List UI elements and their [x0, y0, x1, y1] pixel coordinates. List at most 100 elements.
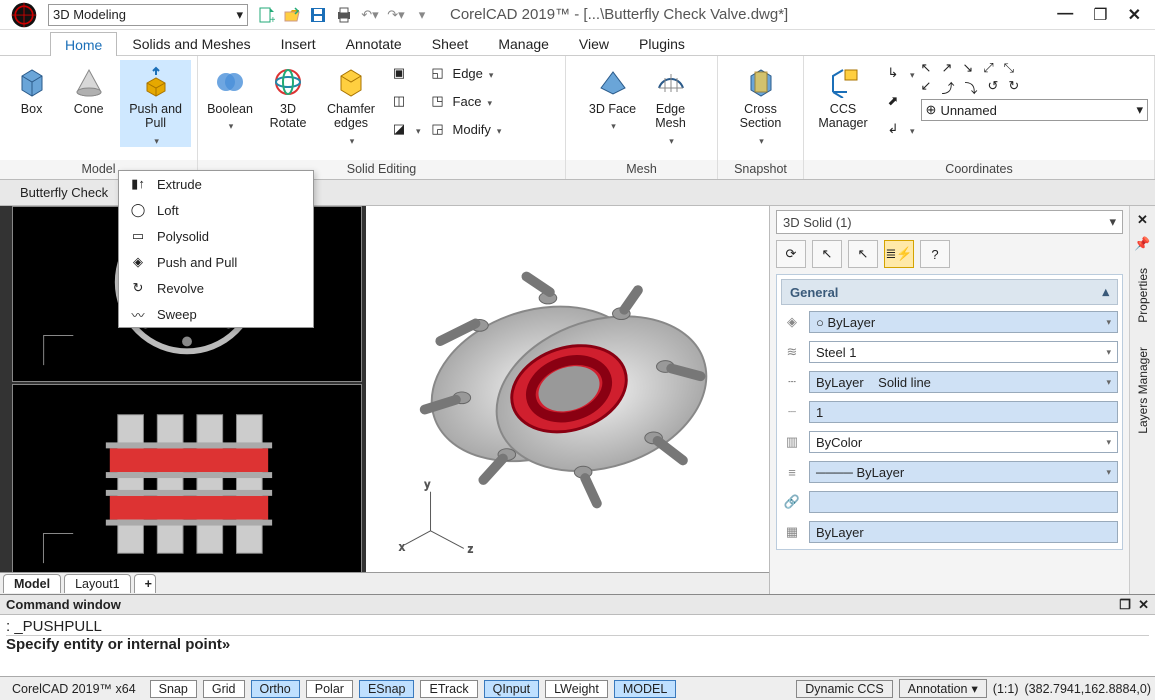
edgemesh-button[interactable]: Edge Mesh [645, 60, 697, 147]
tab-solids-meshes[interactable]: Solids and Meshes [117, 31, 265, 55]
row-face[interactable]: ◳Face [427, 88, 502, 114]
status-lweight[interactable]: LWeight [545, 680, 608, 698]
command-prompt[interactable]: Specify entity or internal point» [6, 636, 1149, 653]
axis-icon[interactable]: ↻ [1008, 78, 1019, 97]
menu-revolve[interactable]: ↻Revolve [119, 275, 313, 301]
coord-r1[interactable]: ↳ [882, 60, 915, 86]
open-icon[interactable] [282, 5, 302, 25]
filter-button[interactable]: ≣⚡ [884, 240, 914, 268]
prop-plotstyle-value[interactable]: ByColor▾ [809, 431, 1118, 453]
viewport-front[interactable] [12, 384, 362, 580]
axis-icon[interactable]: ⤢ [983, 60, 993, 76]
tab-plugins[interactable]: Plugins [624, 31, 700, 55]
axis-icon[interactable]: ↗ [941, 60, 952, 76]
new-icon[interactable]: + [256, 5, 276, 25]
axis-icon[interactable]: ↘ [962, 60, 973, 76]
ccs-manager-button[interactable]: CCS Manager [810, 60, 876, 131]
status-polar[interactable]: Polar [306, 680, 353, 698]
chamfer-button[interactable]: Chamfer edges [320, 60, 382, 147]
tab-sheet[interactable]: Sheet [417, 31, 484, 55]
status-scale[interactable]: (1:1) [993, 682, 1019, 696]
separate-icon: ◫ [388, 90, 410, 112]
status-esnap[interactable]: ESnap [359, 680, 415, 698]
close-panel-icon[interactable]: ✕ [1137, 212, 1148, 228]
select-button[interactable]: ↖ [812, 240, 842, 268]
row-shell[interactable]: ◪ [388, 116, 421, 142]
push-pull-button[interactable]: Push and Pull [120, 60, 191, 147]
cone-button[interactable]: Cone [63, 60, 114, 116]
coord-r2[interactable]: ⬈ [882, 88, 915, 114]
ccs-name-dropdown[interactable]: ⊕ Unnamed ▾ [921, 99, 1148, 121]
selection-dropdown[interactable]: 3D Solid (1) ▾ [776, 210, 1123, 234]
status-grid[interactable]: Grid [203, 680, 245, 698]
tab-view[interactable]: View [564, 31, 624, 55]
row-imprint[interactable]: ▣ [388, 60, 421, 86]
tab-annotate[interactable]: Annotate [331, 31, 417, 55]
tab-properties[interactable]: Properties [1133, 260, 1153, 331]
status-snap[interactable]: Snap [150, 680, 197, 698]
prop-hyperlink-value[interactable] [809, 491, 1118, 513]
tab-layers-manager[interactable]: Layers Manager [1133, 339, 1153, 442]
coord-r3[interactable]: ↲ [882, 116, 915, 142]
undo-icon[interactable]: ↶▾ [360, 5, 380, 25]
prop-layer-value[interactable]: Steel 1▾ [809, 341, 1118, 363]
prop-color-value[interactable]: ○ ByLayer▾ [809, 311, 1118, 333]
box-button[interactable]: Box [6, 60, 57, 116]
axis-icon[interactable]: ↖ [921, 60, 932, 76]
toggle-pickadd-button[interactable]: ⟳ [776, 240, 806, 268]
rotate3d-button[interactable]: 3D Rotate [262, 60, 314, 131]
axis-icon[interactable]: ↺ [987, 78, 998, 97]
menu-sweep[interactable]: 〰Sweep [119, 301, 313, 327]
quickselect-button[interactable]: ↖ [848, 240, 878, 268]
document-tab[interactable]: Butterfly Check [20, 185, 108, 200]
save-icon[interactable] [308, 5, 328, 25]
space-tab-bar: Model Layout1 + [0, 572, 769, 594]
prop-linescale-value[interactable]: 1 [809, 401, 1118, 423]
prop-lineweight-value[interactable]: ──── ByLayer▾ [809, 461, 1118, 483]
qat-more-icon[interactable]: ▾ [412, 5, 432, 25]
workspace-dropdown[interactable]: 3D Modeling ▾ [48, 4, 248, 26]
axis-icon[interactable]: ⤡ [1004, 60, 1014, 76]
menu-pushpull[interactable]: ◈Push and Pull [119, 249, 313, 275]
panel-title-mesh: Mesh [566, 160, 717, 179]
redo-icon[interactable]: ↷▾ [386, 5, 406, 25]
row-separate[interactable]: ◫ [388, 88, 421, 114]
status-etrack[interactable]: ETrack [420, 680, 477, 698]
print-icon[interactable] [334, 5, 354, 25]
axis-icon[interactable]: ⤵ [964, 78, 977, 97]
tab-home[interactable]: Home [50, 32, 117, 56]
viewport-iso[interactable]: y z x [366, 206, 769, 572]
close-button[interactable]: ✕ [1128, 5, 1141, 25]
status-ortho[interactable]: Ortho [251, 680, 300, 698]
tab-manage[interactable]: Manage [483, 31, 564, 55]
row-modify[interactable]: ◲Modify [427, 116, 502, 142]
help-button[interactable]: ? [920, 240, 950, 268]
restore-button[interactable]: ❐ [1093, 5, 1107, 25]
status-model[interactable]: MODEL [614, 680, 676, 698]
space-tab-model[interactable]: Model [3, 574, 61, 593]
prop-transparency-value[interactable]: ByLayer [809, 521, 1118, 543]
row-edge[interactable]: ◱Edge [427, 60, 502, 86]
restore-icon[interactable]: ❐ [1119, 597, 1131, 612]
app-logo [4, 0, 44, 30]
close-icon[interactable]: ✕ [1138, 597, 1149, 612]
status-dynccs[interactable]: Dynamic CCS [796, 680, 893, 698]
cross-section-button[interactable]: Cross Section [726, 60, 796, 147]
space-tab-layout1[interactable]: Layout1 [64, 574, 130, 593]
axis-icon[interactable]: ↙ [921, 78, 932, 97]
chevron-down-icon [908, 122, 915, 137]
status-annotation[interactable]: Annotation▾ [899, 679, 987, 698]
section-general[interactable]: General ▴ [781, 279, 1118, 305]
pin-icon[interactable]: 📌 [1134, 236, 1150, 252]
space-tab-add[interactable]: + [134, 574, 156, 593]
status-qinput[interactable]: QInput [484, 680, 540, 698]
menu-polysolid[interactable]: ▭Polysolid [119, 223, 313, 249]
tab-insert[interactable]: Insert [266, 31, 331, 55]
menu-extrude[interactable]: ▮↑Extrude [119, 171, 313, 197]
prop-linetype-value[interactable]: ByLayer Solid line▾ [809, 371, 1118, 393]
axis-icon[interactable]: ⤴ [941, 78, 954, 97]
minimize-button[interactable]: — [1057, 5, 1073, 25]
3dface-button[interactable]: 3D Face [587, 60, 639, 133]
boolean-button[interactable]: Boolean [204, 60, 256, 133]
menu-loft[interactable]: ◯Loft [119, 197, 313, 223]
